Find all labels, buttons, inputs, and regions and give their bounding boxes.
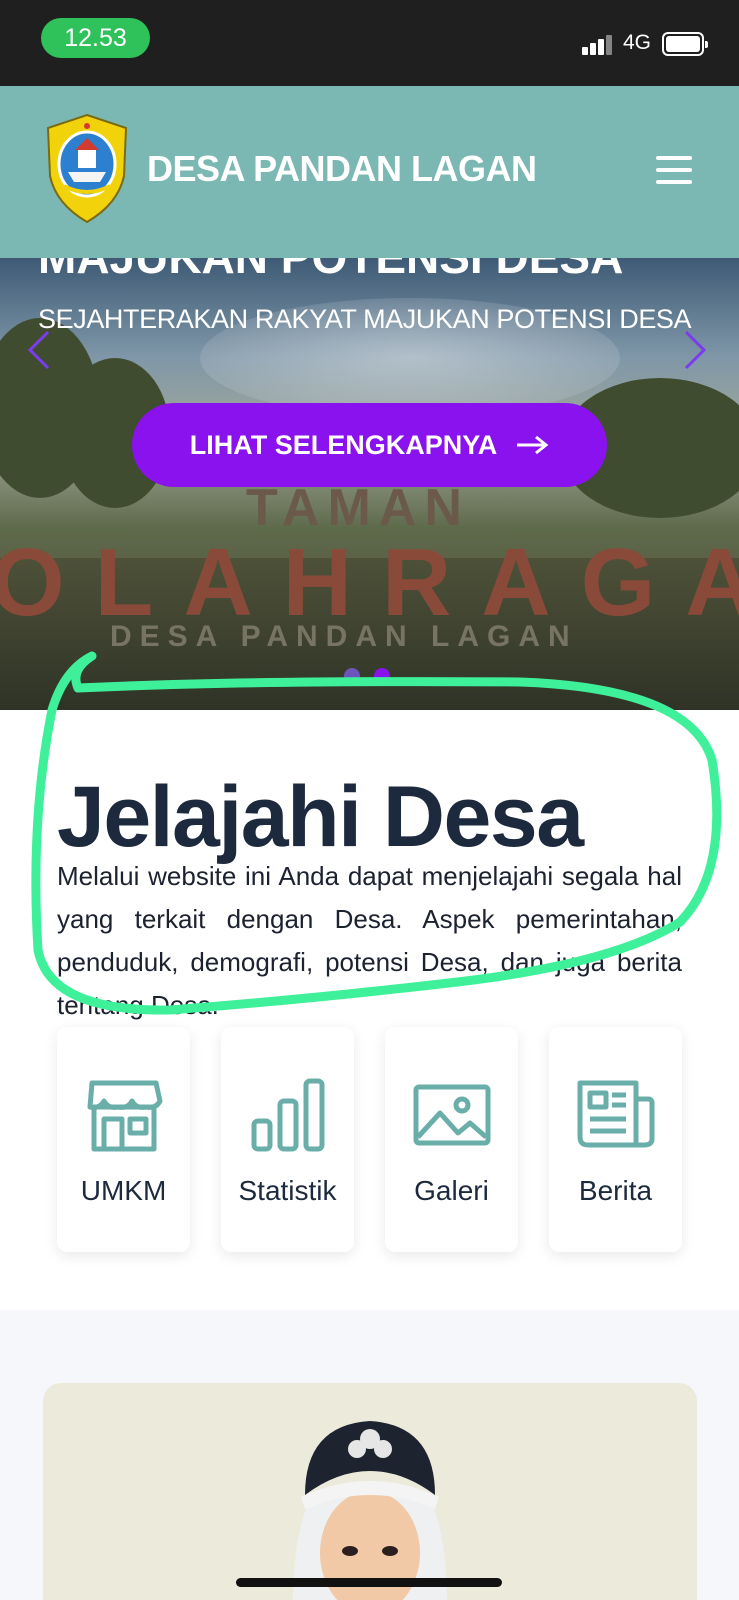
signal-icon xyxy=(582,33,614,55)
hero-heading: MAJUKAN POTENSI DESA xyxy=(38,258,623,284)
slider-pagination xyxy=(344,668,390,684)
feature-label-galeri: Galeri xyxy=(414,1175,489,1206)
feature-card-statistik[interactable]: Statistik xyxy=(221,1027,354,1252)
store-icon xyxy=(87,1080,163,1152)
slider-dot-active[interactable] xyxy=(374,668,390,684)
site-header: DESA PANDAN LAGAN xyxy=(0,86,739,258)
see-more-button-label: LIHAT SELENGKAPNYA xyxy=(189,429,498,460)
feature-label-statistik: Statistik xyxy=(238,1175,337,1206)
status-bar: 12.53 4G xyxy=(0,0,739,86)
section-title: Jelajahi Desa xyxy=(57,769,584,865)
hero-photo-sign-bottom: DESA PANDAN LAGAN xyxy=(110,620,578,653)
feature-card-umkm[interactable]: UMKM xyxy=(57,1027,190,1252)
hero-slider: TAMAN OLAHRAGA DESA PANDAN LAGAN MAJUKAN… xyxy=(0,258,739,710)
network-type: 4G xyxy=(623,31,652,54)
bar-chart-icon xyxy=(251,1078,325,1152)
site-title[interactable]: DESA PANDAN LAGAN xyxy=(147,148,537,190)
slider-next-arrow-icon[interactable] xyxy=(680,328,710,372)
newspaper-icon xyxy=(577,1080,655,1148)
hamburger-menu-icon[interactable] xyxy=(656,156,692,186)
profile-card[interactable] xyxy=(43,1383,697,1600)
feature-label-berita: Berita xyxy=(578,1175,653,1206)
slider-dot[interactable] xyxy=(344,668,360,684)
home-indicator xyxy=(236,1578,502,1587)
feature-card-galeri[interactable]: Galeri xyxy=(385,1027,518,1252)
slider-prev-arrow-icon[interactable] xyxy=(24,328,54,372)
image-icon xyxy=(413,1084,491,1146)
status-time: 12.53 xyxy=(41,18,150,58)
feature-card-berita[interactable]: Berita xyxy=(549,1027,682,1252)
section-description: Melalui website ini Anda dapat menjelaja… xyxy=(57,861,682,1020)
feature-label-umkm: UMKM xyxy=(80,1175,167,1206)
official-portrait-image xyxy=(292,1421,448,1600)
hero-subtitle: SEJAHTERAKAN RAKYAT MAJUKAN POTENSI DESA xyxy=(38,304,692,334)
battery-icon xyxy=(662,32,708,56)
arrow-right-icon xyxy=(517,435,549,455)
feature-cards: UMKM Statistik Galeri Berita xyxy=(57,1027,682,1252)
profile-section xyxy=(0,1310,739,1600)
see-more-button[interactable]: LIHAT SELENGKAPNYA xyxy=(132,403,607,487)
village-emblem-logo[interactable] xyxy=(42,112,132,226)
